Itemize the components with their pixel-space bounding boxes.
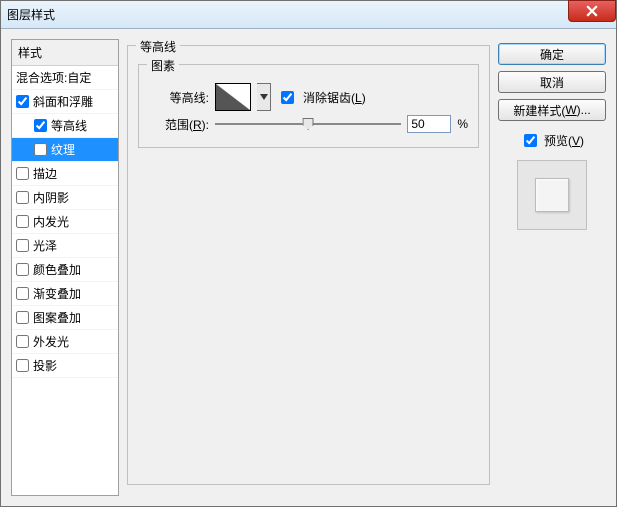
antialias-label[interactable]: 消除锯齿(L) xyxy=(303,89,366,106)
preview-label[interactable]: 预览(V) xyxy=(544,132,584,149)
range-label: 范围(R): xyxy=(149,116,209,133)
cancel-button[interactable]: 取消 xyxy=(498,71,606,93)
preview-inner xyxy=(535,178,569,212)
style-checkbox[interactable] xyxy=(16,239,29,252)
close-button[interactable] xyxy=(568,0,616,22)
range-unit: % xyxy=(457,117,468,131)
preview-toggle-row: 预览(V) xyxy=(498,131,606,150)
style-label: 外发光 xyxy=(33,333,69,350)
style-item[interactable]: 混合选项:自定 xyxy=(12,66,118,90)
antialias-checkbox[interactable] xyxy=(281,91,294,104)
style-item[interactable]: 等高线 xyxy=(12,114,118,138)
style-label: 渐变叠加 xyxy=(33,285,81,302)
range-input[interactable] xyxy=(407,115,451,133)
style-item[interactable]: 图案叠加 xyxy=(12,306,118,330)
style-item[interactable]: 内阴影 xyxy=(12,186,118,210)
contour-row: 等高线: 消除锯齿(L) xyxy=(149,83,468,111)
style-checkbox[interactable] xyxy=(16,191,29,204)
style-label: 光泽 xyxy=(33,237,57,254)
style-item[interactable]: 光泽 xyxy=(12,234,118,258)
range-slider[interactable] xyxy=(215,123,401,125)
preview-checkbox[interactable] xyxy=(524,134,537,147)
style-label: 投影 xyxy=(33,357,57,374)
style-label: 内阴影 xyxy=(33,189,69,206)
dialog-body: 样式 混合选项:自定斜面和浮雕等高线纹理描边内阴影内发光光泽颜色叠加渐变叠加图案… xyxy=(1,29,616,506)
styles-list: 样式 混合选项:自定斜面和浮雕等高线纹理描边内阴影内发光光泽颜色叠加渐变叠加图案… xyxy=(11,39,119,496)
style-checkbox[interactable] xyxy=(16,335,29,348)
style-item[interactable]: 颜色叠加 xyxy=(12,258,118,282)
style-item[interactable]: 外发光 xyxy=(12,330,118,354)
button-column: 确定 取消 新建样式(W)... 预览(V) xyxy=(498,39,606,496)
style-label: 混合选项:自定 xyxy=(16,69,91,86)
elements-group: 图素 等高线: 消除锯齿(L) 范围(R): xyxy=(138,64,479,148)
contour-label: 等高线: xyxy=(149,89,209,106)
titlebar: 图层样式 xyxy=(1,1,616,29)
ok-button[interactable]: 确定 xyxy=(498,43,606,65)
window-title: 图层样式 xyxy=(7,6,55,23)
contour-dropdown-arrow[interactable] xyxy=(257,83,271,111)
contour-picker[interactable] xyxy=(215,83,251,111)
styles-header: 样式 xyxy=(12,40,118,66)
preview-swatch xyxy=(517,160,587,230)
style-item[interactable]: 内发光 xyxy=(12,210,118,234)
contour-group: 等高线 图素 等高线: 消除锯齿(L) 范围(R): xyxy=(127,45,490,485)
range-row: 范围(R): % xyxy=(149,115,468,133)
style-checkbox[interactable] xyxy=(16,311,29,324)
style-item[interactable]: 纹理 xyxy=(12,138,118,162)
style-label: 图案叠加 xyxy=(33,309,81,326)
style-label: 颜色叠加 xyxy=(33,261,81,278)
style-label: 内发光 xyxy=(33,213,69,230)
style-checkbox[interactable] xyxy=(34,119,47,132)
style-checkbox[interactable] xyxy=(34,143,47,156)
chevron-down-icon xyxy=(260,94,268,100)
style-checkbox[interactable] xyxy=(16,263,29,276)
style-checkbox[interactable] xyxy=(16,215,29,228)
style-label: 等高线 xyxy=(51,117,87,134)
style-label: 描边 xyxy=(33,165,57,182)
elements-group-legend: 图素 xyxy=(147,57,179,74)
close-icon xyxy=(586,5,598,17)
new-style-button[interactable]: 新建样式(W)... xyxy=(498,99,606,121)
style-item[interactable]: 描边 xyxy=(12,162,118,186)
style-label: 纹理 xyxy=(51,141,75,158)
style-label: 斜面和浮雕 xyxy=(33,93,93,110)
style-item[interactable]: 斜面和浮雕 xyxy=(12,90,118,114)
style-checkbox[interactable] xyxy=(16,287,29,300)
style-item[interactable]: 投影 xyxy=(12,354,118,378)
style-checkbox[interactable] xyxy=(16,95,29,108)
style-item[interactable]: 渐变叠加 xyxy=(12,282,118,306)
style-checkbox[interactable] xyxy=(16,359,29,372)
settings-panel: 等高线 图素 等高线: 消除锯齿(L) 范围(R): xyxy=(127,39,490,496)
style-checkbox[interactable] xyxy=(16,167,29,180)
layer-style-dialog: 图层样式 样式 混合选项:自定斜面和浮雕等高线纹理描边内阴影内发光光泽颜色叠加渐… xyxy=(0,0,617,507)
contour-group-legend: 等高线 xyxy=(136,38,180,55)
